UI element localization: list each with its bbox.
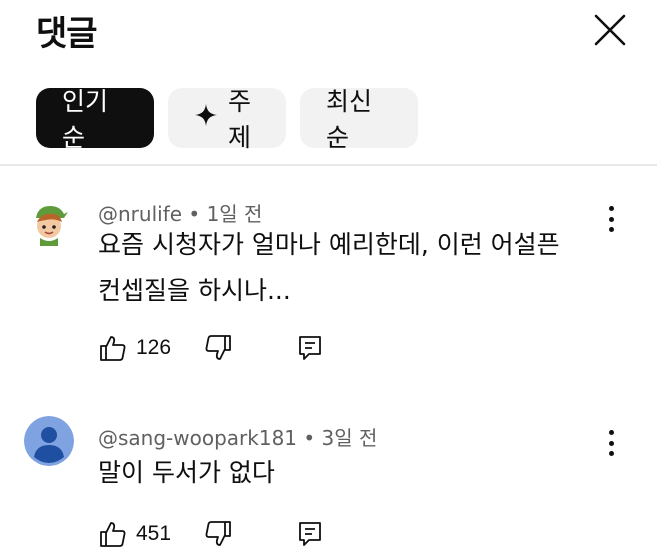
like-button[interactable]: 451 xyxy=(98,519,171,549)
like-count: 451 xyxy=(136,522,172,545)
comment-text: 요즘 시청자가 얼마나 예리한데, 이런 어설픈 컨셉질을 하시나... xyxy=(98,222,608,314)
chip-topic-label: 주제 xyxy=(228,87,252,152)
comment-text-line: 말이 두서가 없다 xyxy=(98,458,275,487)
comment-text: 말이 두서가 없다 xyxy=(98,450,608,496)
chip-newest[interactable]: 최신순 xyxy=(300,87,418,152)
more-dot xyxy=(608,216,614,222)
comment-author[interactable]: @sang-woopark181 xyxy=(98,426,297,450)
thumbs-down-icon xyxy=(205,521,231,546)
comment-actions: 451 xyxy=(98,514,325,554)
comments-header: 댓글 xyxy=(0,0,657,60)
reply-button[interactable] xyxy=(295,333,325,363)
comment-meta: @sang-woopark181 • 3일 전 xyxy=(98,422,377,451)
like-button[interactable]: 126 xyxy=(98,333,171,363)
thumbs-down-icon xyxy=(205,335,231,360)
reply-button[interactable] xyxy=(295,519,325,549)
more-dot xyxy=(608,440,614,446)
chip-popular-label: 인기순 xyxy=(62,87,109,152)
default-person-avatar-icon xyxy=(24,416,74,466)
close-button[interactable] xyxy=(588,8,632,52)
sort-chips: 인기순 주제 최신순 xyxy=(36,87,418,152)
more-dot xyxy=(608,227,614,232)
more-dot xyxy=(608,451,614,456)
comment-actions: 126 xyxy=(98,328,325,368)
comment-time: 3일 전 xyxy=(321,426,378,450)
close-icon xyxy=(594,14,626,46)
more-dot xyxy=(608,430,614,435)
comment-text-line: 컨셉질을 하시나... xyxy=(98,276,291,305)
chip-popular[interactable]: 인기순 xyxy=(36,87,154,152)
chip-topic[interactable]: 주제 xyxy=(168,87,286,152)
dislike-button[interactable] xyxy=(203,333,233,363)
cartoon-avatar-icon xyxy=(24,198,74,248)
sparkle-icon xyxy=(194,103,218,134)
like-count: 126 xyxy=(136,336,172,359)
avatar[interactable] xyxy=(24,198,74,248)
chip-newest-label: 최신순 xyxy=(326,87,373,152)
reply-comment-icon xyxy=(299,336,321,360)
avatar[interactable] xyxy=(24,416,74,466)
comment-text-line: 요즘 시청자가 얼마나 예리한데, 이런 어설픈 xyxy=(98,230,560,259)
thumbs-up-icon xyxy=(100,336,126,361)
page-title: 댓글 xyxy=(36,14,98,54)
dislike-button[interactable] xyxy=(203,519,233,549)
divider xyxy=(0,164,657,166)
more-dot xyxy=(608,206,614,211)
meta-separator: • xyxy=(303,426,316,450)
reply-comment-icon xyxy=(299,522,321,546)
thumbs-up-icon xyxy=(100,522,126,547)
